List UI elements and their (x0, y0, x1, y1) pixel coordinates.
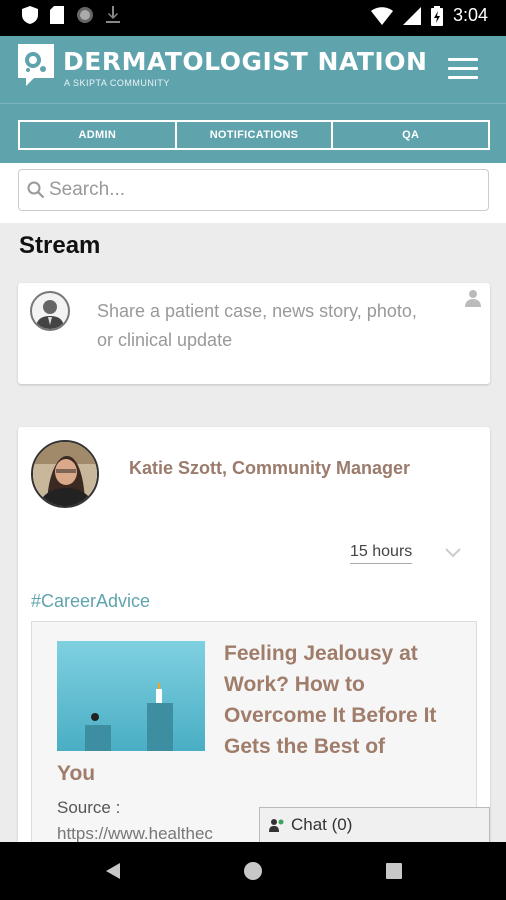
person-icon[interactable] (464, 289, 482, 307)
tab-admin[interactable]: ADMIN (20, 122, 177, 148)
tab-bar: ADMIN NOTIFICATIONS QA (0, 103, 506, 163)
author-name[interactable]: Katie Szott, Community Manager (129, 458, 410, 479)
search-icon (27, 181, 45, 199)
share-composer[interactable]: Share a patient case, news story, photo,… (18, 283, 490, 384)
hashtag-link[interactable]: #CareerAdvice (31, 591, 150, 612)
app-header: DERMATOLOGIST NATION A SKIPTA COMMUNITY (0, 36, 506, 103)
android-nav-bar (0, 842, 506, 900)
shield-icon (22, 6, 38, 24)
signal-icon (402, 6, 421, 25)
chevron-down-icon[interactable] (445, 548, 461, 558)
search-placeholder: Search... (49, 179, 126, 200)
battery-charging-icon (430, 5, 443, 26)
author-avatar[interactable] (31, 440, 99, 508)
logo-icon[interactable] (18, 44, 54, 86)
chat-users-icon (269, 819, 284, 832)
post-timestamp[interactable]: 15 hours (350, 543, 413, 564)
source-url[interactable]: https://www.healthec (57, 824, 213, 844)
search-input[interactable]: Search... (18, 169, 489, 211)
article-thumbnail (57, 641, 205, 751)
post-card: Katie Szott, Community Manager 15 hours … (18, 427, 490, 857)
search-area: Search... (0, 163, 506, 223)
share-prompt: Share a patient case, news story, photo,… (97, 301, 417, 350)
article-title[interactable]: Feeling Jealousy at Work? How to Overcom… (224, 638, 464, 762)
tab-notifications[interactable]: NOTIFICATIONS (177, 122, 334, 148)
sd-card-icon (50, 6, 64, 24)
brand-title: DERMATOLOGIST NATION (63, 47, 428, 76)
home-icon[interactable] (244, 862, 262, 880)
page-title: Stream (19, 232, 101, 259)
avatar (30, 291, 70, 331)
hamburger-menu-icon[interactable] (448, 58, 478, 80)
article-title-tail[interactable]: You (57, 762, 95, 786)
wifi-icon (370, 6, 393, 25)
tab-qa[interactable]: QA (333, 122, 488, 148)
recents-icon[interactable] (386, 863, 402, 879)
author-photo-icon (33, 442, 97, 506)
circle-icon (77, 7, 93, 23)
brand-subtitle: A SKIPTA COMMUNITY (64, 78, 170, 88)
download-icon (106, 6, 120, 23)
chat-button[interactable]: Chat (0) (259, 807, 490, 842)
status-time: 3:04 (452, 5, 488, 25)
source-label: Source : (57, 798, 121, 817)
status-bar: 3:04 (0, 0, 506, 36)
chat-label: Chat (0) (291, 815, 353, 834)
user-silhouette-icon (36, 300, 64, 329)
back-icon[interactable] (105, 862, 121, 880)
